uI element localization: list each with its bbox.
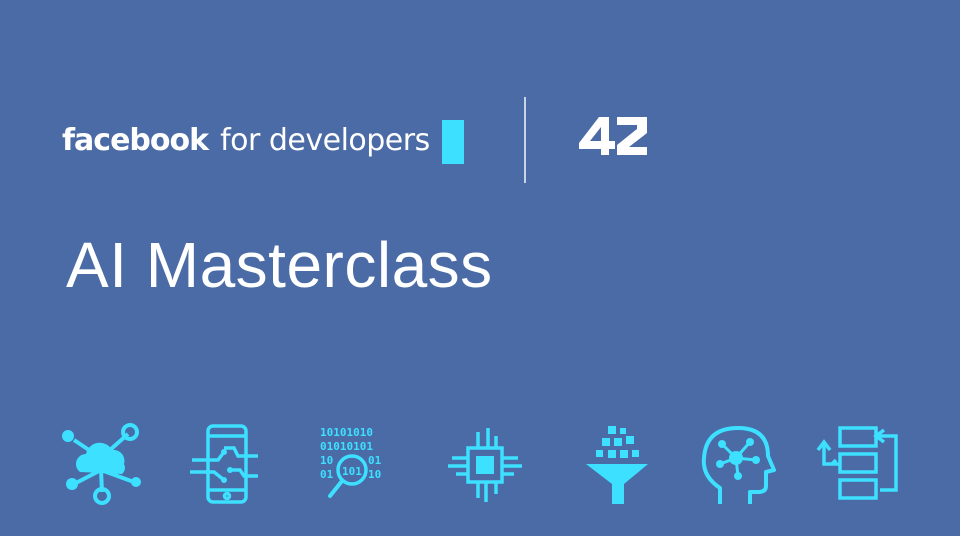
svg-text:10: 10 bbox=[368, 468, 381, 481]
binary-search-icon: 10101010 01010101 10 01 01 10 101 bbox=[306, 420, 396, 510]
svg-text:01: 01 bbox=[368, 454, 382, 467]
data-funnel-icon bbox=[572, 420, 662, 510]
svg-text:01010101: 01010101 bbox=[320, 440, 373, 453]
partner-logo-42 bbox=[577, 113, 649, 162]
logo-divider bbox=[524, 97, 526, 183]
svg-text:10101010: 10101010 bbox=[320, 426, 373, 439]
head-network-icon bbox=[692, 420, 782, 510]
slide: facebook for developers AI Masterclass 1… bbox=[0, 0, 960, 536]
cursor-bar-icon bbox=[441, 120, 464, 164]
cloud-network-icon bbox=[56, 420, 146, 510]
facebook-for-developers-logo: facebook for developers bbox=[62, 110, 464, 170]
mobile-circuit-icon bbox=[178, 420, 268, 510]
svg-text:01: 01 bbox=[320, 468, 334, 481]
svg-text:10: 10 bbox=[320, 454, 333, 467]
facebook-tagline: for developers bbox=[220, 122, 430, 158]
workflow-icon bbox=[814, 420, 904, 510]
icon-row: 10101010 01010101 10 01 01 10 101 bbox=[0, 420, 960, 520]
chip-icon bbox=[440, 420, 530, 510]
page-title: AI Masterclass bbox=[66, 229, 493, 301]
svg-text:101: 101 bbox=[342, 465, 362, 478]
logo-42-icon bbox=[579, 117, 647, 155]
facebook-wordmark: facebook bbox=[62, 122, 209, 158]
